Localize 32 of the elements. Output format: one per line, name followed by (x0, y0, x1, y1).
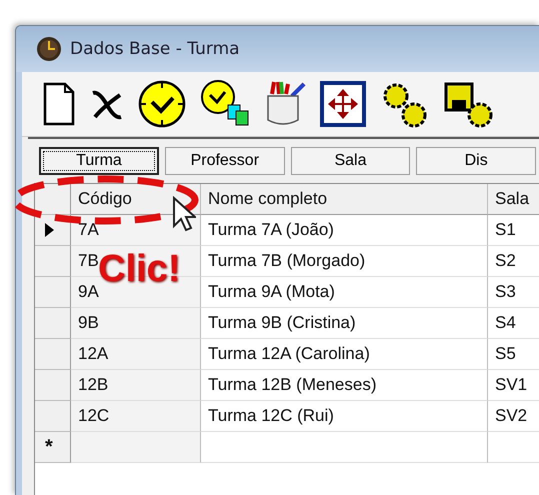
new-row-marker: * (35, 432, 71, 463)
column-header[interactable]: Nome completo (201, 184, 488, 215)
clock-icon (36, 36, 62, 62)
table-cell: 12A (71, 339, 201, 370)
column-header[interactable]: Sala (488, 184, 539, 215)
table-cell: Turma 12A (Carolina) (201, 339, 488, 370)
tab[interactable]: Sala (290, 147, 410, 175)
window-title: Dados Base - Turma (70, 39, 240, 59)
four-arrows-icon[interactable] (320, 81, 366, 127)
table-cell: S1 (488, 215, 539, 246)
table-cell: 12B (71, 370, 201, 401)
table-cell: 12C (71, 401, 201, 432)
tab[interactable]: Turma (39, 147, 159, 175)
tab[interactable]: Professor (164, 147, 285, 175)
table-cell: Turma 9A (Mota) (201, 277, 488, 308)
table-cell: S5 (488, 339, 539, 370)
table-cell: S3 (488, 277, 539, 308)
floppy-gear-icon[interactable] (444, 80, 494, 128)
table-cell: Turma 7B (Morgado) (201, 246, 488, 277)
table-cell: Turma 12B (Meneses) (201, 370, 488, 401)
table-cell: S4 (488, 308, 539, 339)
new-document-icon[interactable] (42, 82, 76, 126)
table-cell: 9B (71, 308, 201, 339)
table-cell: SV2 (488, 401, 539, 432)
tab[interactable]: Dis (416, 147, 536, 175)
table-cell: S2 (488, 246, 539, 277)
mouse-cursor-icon (172, 196, 196, 232)
clock-icon[interactable] (138, 80, 186, 128)
table-cell: SV1 (488, 370, 539, 401)
table-cell: Turma 7A (João) (201, 215, 488, 246)
table-cell: Turma 12C (Rui) (201, 401, 488, 432)
table-cell: Turma 9B (Cristina) (201, 308, 488, 339)
